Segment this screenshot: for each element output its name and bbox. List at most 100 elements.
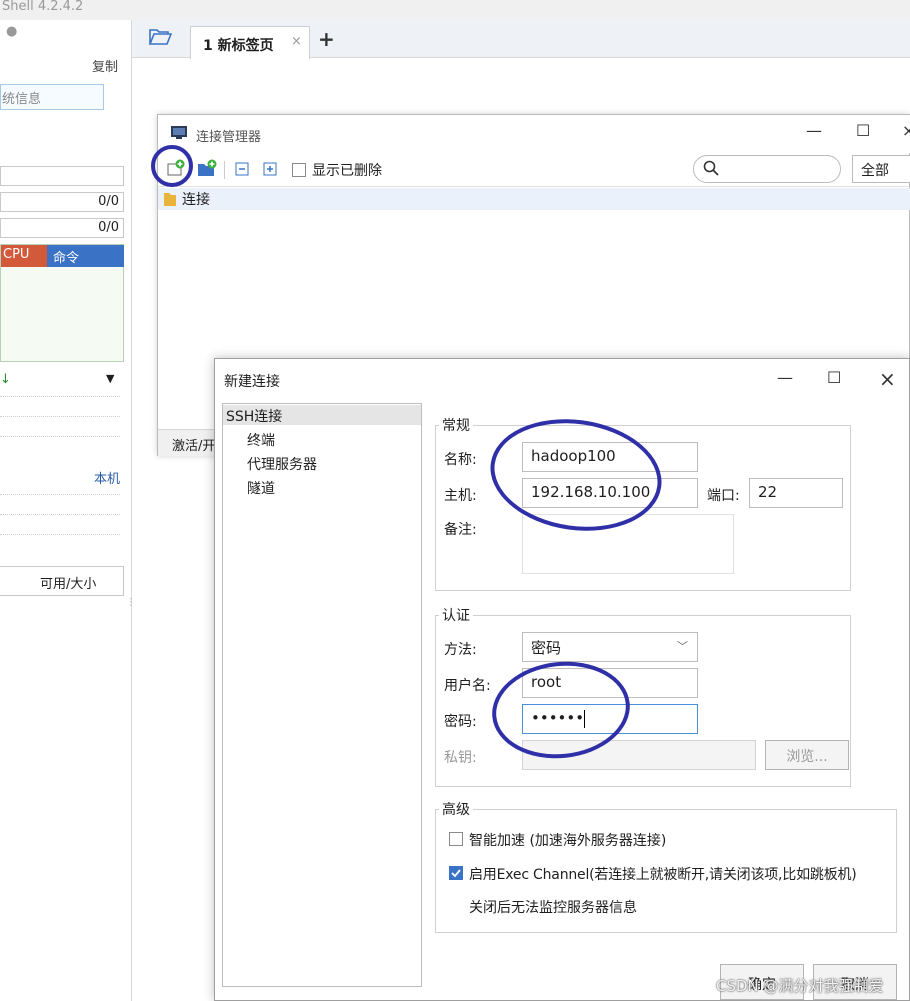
blank-field [0,166,124,186]
tree-item-connections[interactable]: 连接 [158,188,910,210]
exec-channel-label: 启用Exec Channel(若连接上就被断开,请关闭该项,比如跳板机) [469,867,857,883]
counter-1: 0/0 [98,194,119,209]
username-value: root [531,673,562,691]
arrow-down-green-icon: ↓ [0,372,11,387]
method-label: 方法: [444,642,477,658]
terminal-icon [170,124,188,144]
smart-accel-checkbox[interactable] [449,832,463,846]
app-title: Shell 4.2.4.2 [0,0,910,20]
method-value: 密码 [531,639,562,657]
close-icon[interactable]: × [291,34,302,49]
private-key-label: 私钥: [444,750,477,766]
chevron-down-icon: ﹀ [677,640,688,653]
divider [0,396,120,397]
port-label: 端口: [707,488,740,504]
counter-2: 0/0 [98,220,119,235]
process-table[interactable]: CPU 命令 [0,244,124,362]
dropdown-arrow-icon[interactable]: ▼ [106,372,114,385]
port-input[interactable]: 22 [749,478,843,508]
note-label: 备注: [444,522,477,538]
advanced-legend: 高级 [439,799,473,819]
password-input[interactable]: •••••• [522,704,698,734]
cm-title: 连接管理器 [196,130,262,145]
toolbar-divider [224,161,225,179]
exec-note-label: 关闭后无法监控服务器信息 [469,900,637,916]
tab-new[interactable]: 1 新标签页 × [190,26,310,59]
new-connection-icon[interactable] [166,158,186,182]
status-dot-icon: ● [6,24,18,39]
disk-table-header: 可用/大小 [0,566,124,596]
private-key-input[interactable] [522,740,756,770]
nav-item-ssh[interactable]: SSH连接 [223,405,421,425]
folder-icon [163,191,177,211]
cm-toolbar: 显示已删除 全部 [158,153,910,187]
nav-ssh-label: SSH连接 [226,409,283,425]
cm-titlebar: 连接管理器 — ☐ × [158,115,910,153]
dialog-title: 新建连接 [224,374,280,390]
divider [0,514,120,515]
smart-accel-label: 智能加速 (加速海外服务器连接) [469,833,667,849]
collapse-all-icon[interactable] [234,161,250,181]
nav-item-proxy[interactable]: 代理服务器 [247,454,317,474]
show-deleted-label: 显示已删除 [312,163,382,179]
folder-open-icon[interactable] [148,26,173,50]
copy-button[interactable]: 复制 [92,56,118,75]
close-button[interactable]: × [879,367,896,391]
name-input[interactable]: hadoop100 [522,442,698,472]
username-input[interactable]: root [522,668,698,698]
exec-channel-checkbox[interactable] [449,866,463,880]
minimize-button[interactable]: — [777,368,793,387]
divider [0,416,120,417]
text-cursor [584,709,586,728]
cpu-column-header[interactable]: CPU [1,245,47,267]
maximize-button[interactable]: ☐ [856,121,870,140]
status-label: 激活/开 [172,439,216,454]
add-tab-icon[interactable]: + [318,27,335,51]
left-panel: ● 复制 统信息 0/0 0/0 CPU 命令 ↓ ▼ 本机 可用/大小 ⋮ [0,20,136,1001]
host-label: 主机: [444,488,477,504]
port-value: 22 [758,483,778,501]
password-label: 密码: [444,714,477,730]
filter-select[interactable]: 全部 [852,155,910,183]
divider [0,436,120,437]
close-button[interactable]: × [902,121,910,140]
method-select[interactable]: 密码 ﹀ [522,632,698,662]
search-icon [702,159,720,181]
divider [0,534,120,535]
sysinfo-field[interactable]: 统信息 [0,84,104,110]
general-legend: 常规 [439,415,473,435]
new-folder-icon[interactable] [196,158,218,182]
nav-item-terminal[interactable]: 终端 [247,430,275,450]
note-input[interactable] [522,514,734,574]
counter-field-1: 0/0 [0,192,124,212]
minimize-button[interactable]: — [806,121,822,140]
divider [0,494,120,495]
new-connection-dialog: 新建连接 — ☐ × SSH连接 终端 代理服务器 隧道 常规 名称: hado… [214,358,910,1001]
category-tree: SSH连接 终端 代理服务器 隧道 [222,403,422,987]
browse-button[interactable]: 浏览... [765,740,849,770]
cmd-header-label: 命令 [53,251,80,266]
splitter-handle[interactable]: ⋮ [126,598,136,608]
tab-new-label: 1 新标签页 [203,38,274,54]
maximize-button[interactable]: ☐ [827,368,841,387]
username-label: 用户名: [444,678,491,694]
nav-item-tunnel[interactable]: 隧道 [247,478,275,498]
tree-root-label: 连接 [182,192,210,208]
watermark: CSDN @满分对我强制爱 [716,977,884,995]
cpu-header-label: CPU [3,247,30,262]
counter-field-2: 0/0 [0,218,124,238]
host-input[interactable]: 192.168.10.100 [522,478,698,508]
sysinfo-label: 统信息 [2,92,42,107]
local-label[interactable]: 本机 [94,468,120,487]
host-value: 192.168.10.100 [531,483,651,501]
name-value: hadoop100 [531,447,616,465]
filter-value: 全部 [861,163,889,179]
avail-size-header: 可用/大小 [40,577,97,592]
password-value: •••••• [531,709,585,727]
expand-all-icon[interactable] [262,161,278,181]
search-input[interactable] [693,155,841,183]
show-deleted-checkbox[interactable] [292,163,306,177]
auth-legend: 认证 [439,605,473,625]
cmd-column-header[interactable]: 命令 [47,245,124,267]
name-label: 名称: [444,452,477,468]
